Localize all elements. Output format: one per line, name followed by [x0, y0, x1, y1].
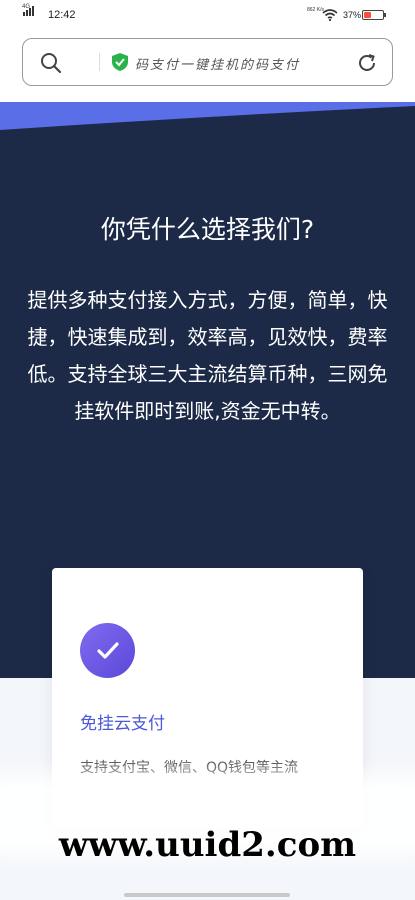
status-bar: 4G 12:42 862 K/s 37% [0, 0, 415, 32]
wifi-icon [322, 9, 338, 21]
check-icon [97, 642, 119, 659]
hero-wave-decoration [0, 102, 415, 130]
url-text[interactable]: 码支付一键挂机的码支付 [135, 54, 300, 73]
search-icon[interactable] [40, 52, 62, 74]
feature-badge [80, 623, 135, 678]
battery-icon [362, 10, 386, 20]
hero-title: 你凭什么选择我们? [100, 215, 315, 244]
address-divider [99, 53, 100, 71]
battery-percent: 37% [343, 10, 362, 20]
shield-icon [112, 53, 128, 71]
home-indicator[interactable] [124, 893, 290, 897]
watermark: www.uuid2.com [58, 825, 357, 865]
hero-description: 提供多种支付接入方式，方便，简单，快捷，快速集成到，效率高，见效快，费率低。支持… [27, 288, 388, 423]
reload-icon[interactable] [356, 52, 378, 74]
feature-title: 免挂云支付 [80, 714, 165, 734]
address-bar[interactable]: 码支付一键挂机的码支付 [22, 38, 393, 86]
feature-description: 支持支付宝、微信、QQ钱包等主流 [80, 760, 299, 776]
signal-icon [23, 6, 34, 16]
status-time: 12:42 [48, 9, 76, 21]
